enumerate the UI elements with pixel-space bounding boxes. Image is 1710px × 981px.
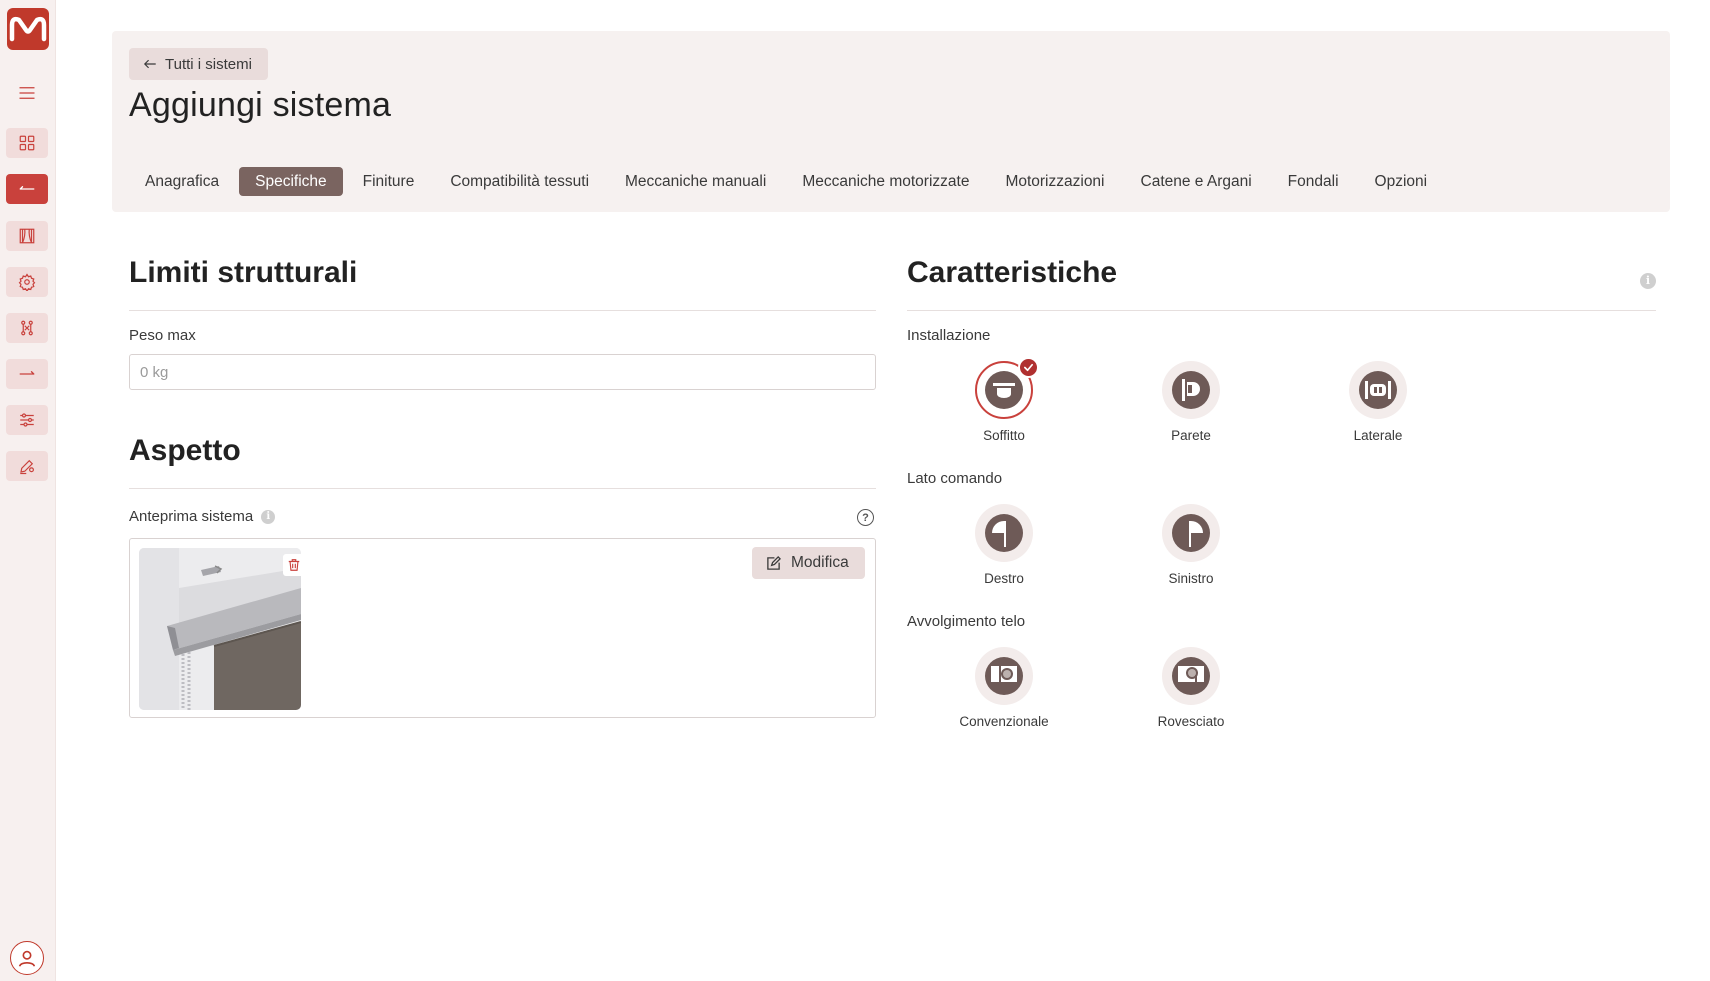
option-label: Sinistro bbox=[1168, 571, 1214, 586]
winding-label-text: Avvolgimento telo bbox=[907, 613, 1026, 630]
installation-label-text: Installazione bbox=[907, 327, 991, 344]
tab-motorizzazioni[interactable]: Motorizzazioni bbox=[989, 167, 1120, 196]
side-mount-icon bbox=[1359, 371, 1397, 409]
option-ring bbox=[1162, 647, 1220, 705]
tab-bar: Anagrafica Specifiche Finiture Compatibi… bbox=[129, 167, 1443, 196]
dashboard-icon[interactable] bbox=[6, 128, 48, 158]
left-control-icon bbox=[1172, 514, 1210, 552]
system-preview-image bbox=[139, 548, 301, 710]
option-parete[interactable]: Parete bbox=[1131, 361, 1251, 443]
control-side-label-text: Lato comando bbox=[907, 470, 1003, 487]
option-laterale[interactable]: Laterale bbox=[1318, 361, 1438, 443]
info-icon[interactable]: i bbox=[261, 509, 276, 524]
option-ring bbox=[1162, 504, 1220, 562]
weight-label: Peso max bbox=[129, 327, 196, 344]
delete-image-button[interactable] bbox=[283, 554, 301, 576]
user-avatar[interactable] bbox=[10, 941, 44, 975]
back-button[interactable]: Tutti i sistemi bbox=[129, 48, 268, 80]
check-icon bbox=[1018, 357, 1039, 378]
systems-nav-icon[interactable] bbox=[6, 174, 48, 204]
tab-compatibilita-tessuti[interactable]: Compatibilità tessuti bbox=[434, 167, 605, 196]
edit-button[interactable]: Modifica bbox=[752, 547, 865, 579]
back-button-label: Tutti i sistemi bbox=[165, 55, 252, 73]
wall-mount-icon bbox=[1172, 371, 1210, 409]
winding-label: Avvolgimento telo bbox=[907, 613, 1025, 630]
divider bbox=[129, 310, 876, 311]
arrow-left-icon bbox=[144, 59, 156, 69]
sidebar bbox=[0, 0, 56, 981]
tab-meccaniche-manuali[interactable]: Meccaniche manuali bbox=[609, 167, 782, 196]
fabrics-icon[interactable] bbox=[6, 313, 48, 343]
edit-button-label: Modifica bbox=[791, 554, 849, 571]
help-icon[interactable]: ? bbox=[857, 509, 874, 526]
tab-meccaniche-motorizzate[interactable]: Meccaniche motorizzate bbox=[786, 167, 985, 196]
reverse-winding-icon bbox=[1172, 657, 1210, 695]
tab-catene-argani[interactable]: Catene e Argani bbox=[1125, 167, 1268, 196]
option-rovesciato[interactable]: Rovesciato bbox=[1131, 647, 1251, 729]
tab-fondali[interactable]: Fondali bbox=[1272, 167, 1355, 196]
option-label: Destro bbox=[984, 571, 1024, 586]
control-side-label: Lato comando bbox=[907, 470, 1002, 487]
edit-settings-icon[interactable] bbox=[6, 451, 48, 481]
right-control-icon bbox=[985, 514, 1023, 552]
option-ring bbox=[975, 504, 1033, 562]
installation-label: Installazione bbox=[907, 327, 990, 344]
gear-icon[interactable] bbox=[6, 267, 48, 297]
edit-icon bbox=[767, 555, 781, 570]
ceiling-mount-icon bbox=[985, 371, 1023, 409]
divider bbox=[129, 488, 876, 489]
option-destro[interactable]: Destro bbox=[944, 504, 1064, 586]
option-label: Laterale bbox=[1353, 428, 1403, 443]
tab-specifiche[interactable]: Specifiche bbox=[239, 167, 343, 196]
option-label: Soffitto bbox=[983, 428, 1025, 443]
option-label: Rovesciato bbox=[1157, 714, 1225, 729]
limits-section-title: Limiti strutturali bbox=[129, 256, 358, 289]
weight-input[interactable] bbox=[129, 354, 876, 390]
option-ring bbox=[975, 357, 1039, 419]
tab-opzioni[interactable]: Opzioni bbox=[1359, 167, 1444, 196]
option-label: Parete bbox=[1171, 428, 1211, 443]
page-header: Tutti i sistemi Aggiungi sistema Anagraf… bbox=[112, 31, 1670, 212]
curtains-icon[interactable] bbox=[6, 221, 48, 251]
brand-logo[interactable] bbox=[7, 8, 49, 50]
info-icon[interactable]: i bbox=[1640, 269, 1656, 289]
option-convenzionale[interactable]: Convenzionale bbox=[944, 647, 1064, 729]
arrow-right-icon[interactable] bbox=[6, 359, 48, 389]
features-section-title: Caratteristiche bbox=[907, 256, 1118, 289]
tab-anagrafica[interactable]: Anagrafica bbox=[129, 167, 235, 196]
preview-label: Anteprima sistema i bbox=[129, 508, 276, 525]
appearance-section-title: Aspetto bbox=[129, 434, 241, 467]
conventional-winding-icon bbox=[985, 657, 1023, 695]
page-title: Aggiungi sistema bbox=[129, 86, 392, 124]
preview-label-text: Anteprima sistema bbox=[129, 508, 254, 525]
divider bbox=[907, 310, 1656, 311]
sliders-icon[interactable] bbox=[6, 405, 48, 435]
option-label: Convenzionale bbox=[959, 714, 1049, 729]
trash-icon bbox=[288, 559, 300, 571]
menu-icon[interactable] bbox=[6, 78, 48, 108]
weight-label-text: Peso max bbox=[129, 327, 196, 344]
option-ring bbox=[975, 647, 1033, 705]
option-ring bbox=[1349, 361, 1407, 419]
option-ring bbox=[1162, 361, 1220, 419]
tab-finiture[interactable]: Finiture bbox=[347, 167, 431, 196]
option-soffitto[interactable]: Soffitto bbox=[944, 357, 1064, 443]
option-sinistro[interactable]: Sinistro bbox=[1131, 504, 1251, 586]
preview-box: Modifica bbox=[129, 538, 876, 718]
